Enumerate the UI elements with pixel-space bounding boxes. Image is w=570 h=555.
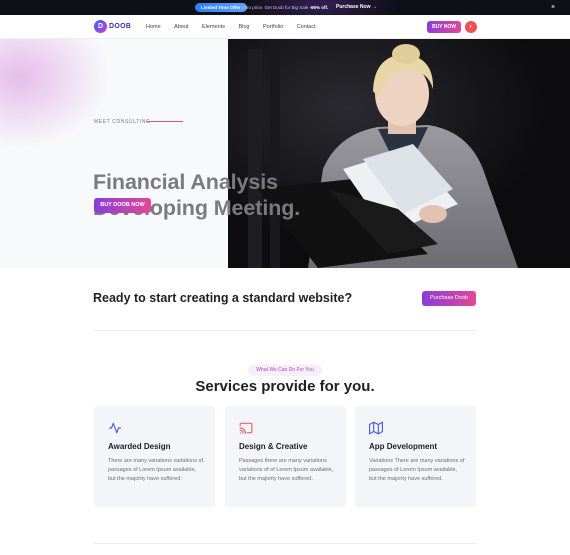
nav-item-elements[interactable]: Elements [202, 24, 225, 30]
nav-menu: Home About Elements Blog Portfolio Conta… [146, 15, 329, 39]
logo[interactable]: D DOOB [94, 20, 131, 33]
limited-offer-badge: Limited Time Offer [195, 3, 247, 12]
service-card-app-development[interactable]: App Development Variations There are man… [355, 406, 476, 507]
cta-title: Ready to start creating a standard websi… [93, 291, 353, 305]
activity-icon [109, 422, 121, 434]
logo-text: DOOB [109, 23, 132, 30]
promo-bar: Limited Time Offer Intro price. Get Doob… [0, 0, 570, 15]
cast-icon [239, 422, 253, 434]
purchase-now-link[interactable]: Purchase Now → [336, 3, 377, 12]
hero-eyebrow: MEET CONSULTING [94, 119, 151, 125]
purchase-doob-button[interactable]: Purchase Doob [422, 291, 476, 306]
service-card-awarded-design[interactable]: Awarded Design There are many variations… [94, 406, 215, 507]
service-card-title: Awarded Design [108, 442, 171, 451]
hero-photo [228, 39, 570, 268]
theme-toggle-icon[interactable]: ◐ [465, 21, 477, 33]
service-card-design-creative[interactable]: Design & Creative Passages there are man… [225, 406, 346, 507]
services-subtitle: What We Can Do For You [248, 365, 322, 376]
nav-item-home[interactable]: Home [146, 24, 161, 30]
nav-item-contact[interactable]: Contact [297, 24, 316, 30]
hero-gradient-blob [0, 39, 110, 149]
woman-with-folder-illustration [228, 39, 570, 268]
service-card-text: There are many variations variations of … [108, 458, 204, 482]
section-divider [94, 330, 476, 331]
service-card-text: Passages there are many variations varia… [239, 458, 334, 482]
hero-section: MEET CONSULTING Financial Analysis Devel… [0, 39, 570, 268]
services-title: Services provide for you. [195, 378, 375, 395]
service-card-text: Variations There are many variations of … [369, 458, 465, 482]
nav-item-blog[interactable]: Blog [238, 24, 249, 30]
promo-discount: -95% off. [309, 5, 329, 10]
map-icon [369, 421, 383, 435]
buy-doob-now-button[interactable]: BUY DOOB NOW [94, 198, 151, 213]
nav-item-about[interactable]: About [174, 24, 188, 30]
service-card-title: Design & Creative [239, 442, 308, 451]
hero-title: Financial Analysis Developing Meeting. [93, 169, 300, 221]
eyebrow-accent-line [147, 121, 183, 122]
service-card-title: App Development [369, 442, 438, 451]
promo-prefix: Intro price. Get Doob for Big Sale [242, 5, 310, 10]
arrow-right-icon: → [371, 4, 377, 10]
close-icon[interactable]: × [551, 2, 555, 13]
promo-text: Intro price. Get Doob for Big Sale -95% … [242, 3, 328, 12]
nav-item-portfolio[interactable]: Portfolio [263, 24, 283, 30]
hero-title-line-1: Financial Analysis [93, 170, 279, 194]
bottom-divider [94, 543, 476, 544]
logo-mark: D [94, 20, 107, 33]
main-nav: D DOOB Home About Elements Blog Portfoli… [0, 15, 570, 39]
purchase-now-label: Purchase Now [336, 4, 371, 10]
buy-now-button[interactable]: BUY NOW [427, 21, 461, 33]
